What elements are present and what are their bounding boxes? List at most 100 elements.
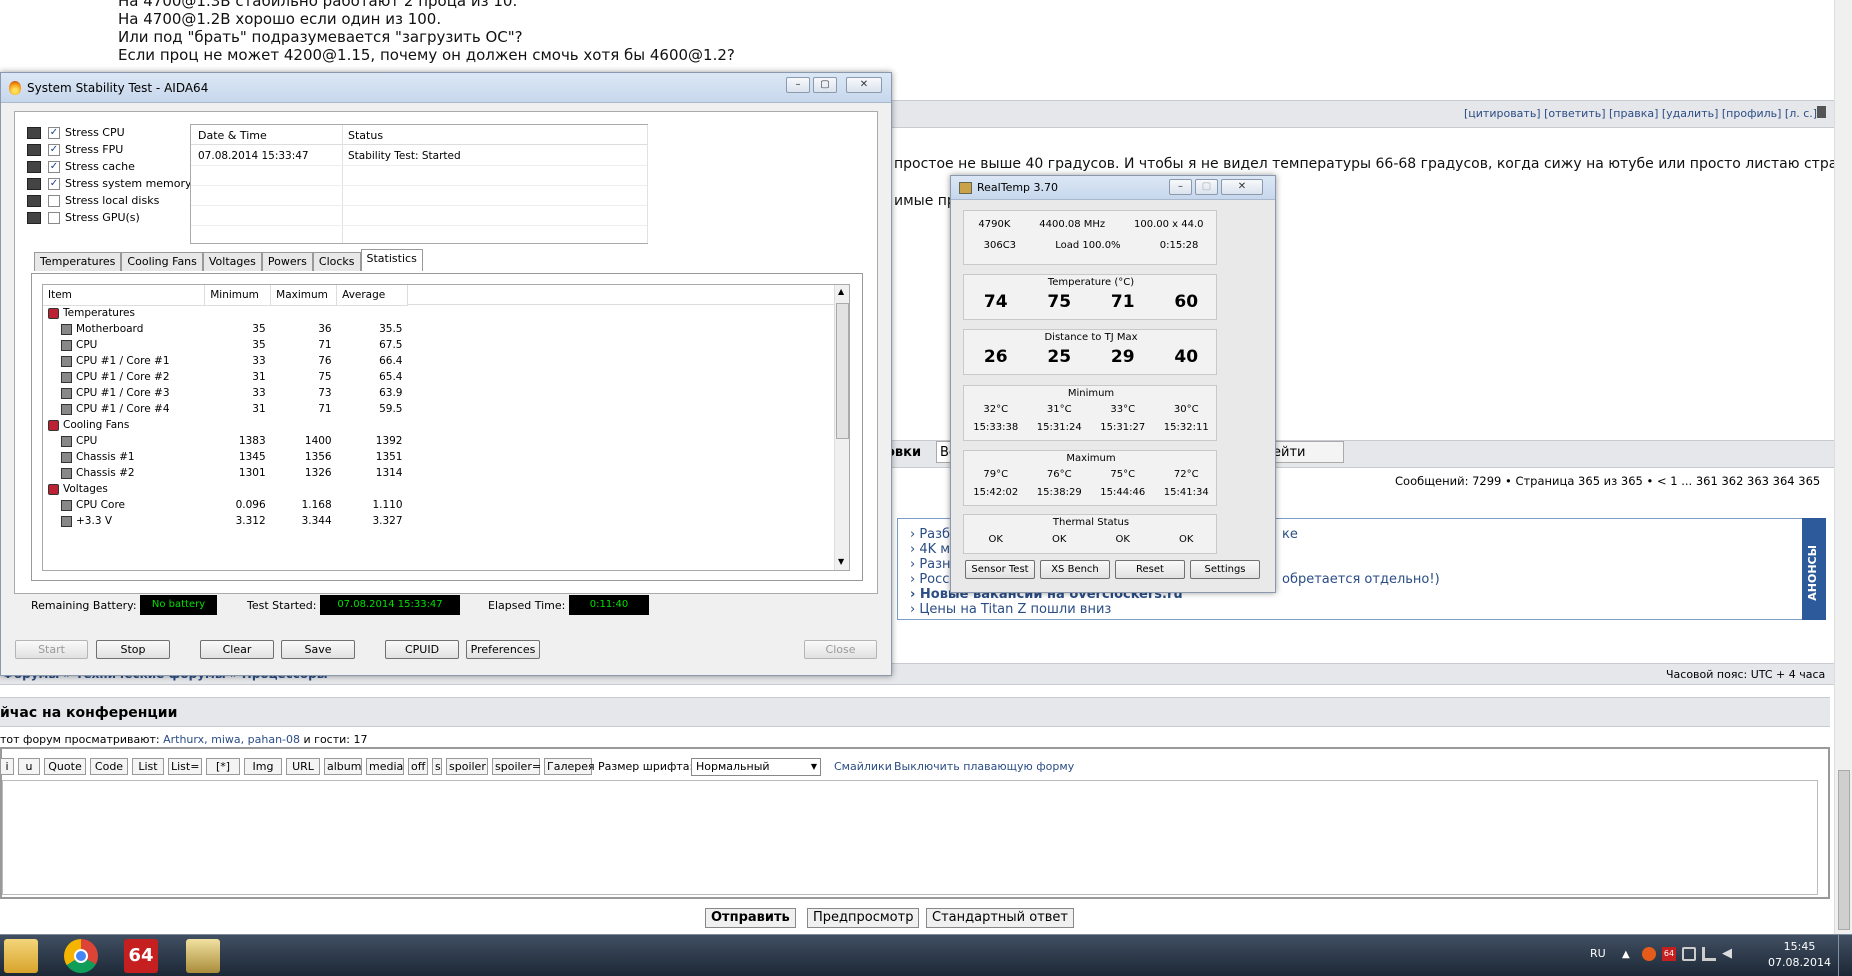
editor-button[interactable]: s: [432, 758, 442, 775]
sensor-test-button[interactable]: Sensor Test: [965, 560, 1035, 579]
page-scrollbar[interactable]: [1834, 0, 1852, 934]
maximize-icon[interactable]: ▢: [813, 77, 837, 93]
close-icon[interactable]: ✕: [846, 77, 882, 93]
xs-bench-button[interactable]: XS Bench: [1040, 560, 1110, 579]
news-item[interactable]: › Цены на Titan Z пошли вниз: [910, 602, 1183, 617]
realtemp-taskbar-icon[interactable]: [186, 939, 220, 973]
col-maximum[interactable]: Maximum: [270, 285, 338, 306]
table-row[interactable]: CPU Core 0.096 1.168 1.110: [43, 497, 408, 513]
tray-expand-icon[interactable]: ▲: [1622, 949, 1630, 960]
editor-button[interactable]: Quote: [44, 758, 86, 775]
save-button[interactable]: Save: [281, 640, 355, 659]
tab-clocks[interactable]: Clocks: [312, 252, 361, 271]
post-actions[interactable]: [цитировать] [ответить] [правка] [удалит…: [1464, 107, 1817, 120]
stress-checkbox[interactable]: ✓: [48, 127, 60, 139]
stop-button[interactable]: Stop: [96, 640, 170, 659]
network-icon[interactable]: [1702, 947, 1716, 961]
tab-cooling-fans[interactable]: Cooling Fans: [121, 252, 203, 271]
editor-button[interactable]: Галерея: [544, 758, 595, 775]
table-row[interactable]: CPU #1 / Core #3 33 73 63.9: [43, 385, 408, 401]
clear-button[interactable]: Clear: [200, 640, 274, 659]
stress-option[interactable]: Stress local disks: [27, 192, 192, 209]
rt-close-icon[interactable]: ✕: [1221, 179, 1263, 195]
stats-group-row[interactable]: Cooling Fans: [43, 417, 408, 433]
table-row[interactable]: Chassis #2 1301 1326 1314: [43, 465, 408, 481]
col-minimum[interactable]: Minimum: [204, 285, 272, 306]
table-row[interactable]: CPU #1 / Core #1 33 76 66.4: [43, 353, 408, 369]
editor-button[interactable]: Img: [244, 758, 282, 775]
language-indicator[interactable]: RU: [1590, 947, 1606, 960]
close-button[interactable]: Close: [804, 640, 877, 659]
cpuid-button[interactable]: CPUID: [385, 640, 459, 659]
tab-voltages[interactable]: Voltages: [202, 252, 262, 271]
table-row[interactable]: Motherboard 35 36 35.5: [43, 321, 408, 337]
scroll-up-icon[interactable]: ▲: [838, 287, 844, 296]
preferences-button[interactable]: Preferences: [466, 640, 540, 659]
editor-button[interactable]: album: [324, 758, 362, 775]
start-button[interactable]: Start: [15, 640, 88, 659]
tab-fragment-right[interactable]: ейти: [1270, 441, 1344, 463]
stress-option[interactable]: ✓ Stress cache: [27, 158, 192, 175]
rt-minimize-icon[interactable]: –: [1169, 179, 1192, 195]
minimize-icon[interactable]: –: [786, 77, 810, 93]
stress-option[interactable]: ✓ Stress system memory: [27, 175, 192, 192]
font-size-select[interactable]: Нормальный ▼: [691, 758, 821, 776]
editor-button[interactable]: spoiler=: [492, 758, 541, 775]
reply-textarea[interactable]: [2, 780, 1818, 895]
tab-powers[interactable]: Powers: [261, 252, 313, 271]
editor-button[interactable]: spoiler: [446, 758, 488, 775]
stats-scrollbar[interactable]: ▲ ▼: [834, 285, 849, 570]
viewers-list[interactable]: Arthurx, miwa, pahan-08: [163, 733, 300, 746]
clock[interactable]: 15:45 07.08.2014: [1768, 940, 1831, 969]
editor-button[interactable]: List=: [168, 758, 202, 775]
editor-button[interactable]: List: [132, 758, 164, 775]
volume-icon[interactable]: ◀: [1722, 946, 1732, 961]
tray-aida-icon[interactable]: 64: [1662, 947, 1676, 961]
editor-button[interactable]: URL: [286, 758, 320, 775]
stress-checkbox[interactable]: ✓: [48, 161, 60, 173]
table-row[interactable]: CPU 35 71 67.5: [43, 337, 408, 353]
stress-checkbox[interactable]: [48, 212, 60, 224]
news-item-right[interactable]: ке: [1282, 527, 1298, 542]
table-row[interactable]: Chassis #1 1345 1356 1351: [43, 449, 408, 465]
stats-group-row[interactable]: Voltages: [43, 481, 408, 497]
stress-option[interactable]: ✓ Stress FPU: [27, 141, 192, 158]
stress-checkbox[interactable]: ✓: [48, 178, 60, 190]
table-row[interactable]: CPU #1 / Core #4 31 71 59.5: [43, 401, 408, 417]
tab-temperatures[interactable]: Temperatures: [34, 252, 122, 271]
standard-reply-button[interactable]: Стандартный ответ: [926, 908, 1074, 928]
pagination[interactable]: Сообщений: 7299 • Страница 365 из 365 • …: [1395, 474, 1820, 488]
stress-checkbox[interactable]: [48, 195, 60, 207]
col-average[interactable]: Average: [336, 285, 408, 306]
settings-button[interactable]: Settings: [1190, 560, 1260, 579]
stats-group-row[interactable]: Temperatures: [43, 305, 408, 321]
preview-button[interactable]: Предпросмотр: [807, 908, 920, 928]
editor-button[interactable]: [*]: [206, 758, 240, 775]
floating-form-link[interactable]: Выключить плавающую форму: [894, 760, 1074, 773]
reset-button[interactable]: Reset: [1115, 560, 1185, 579]
smilies-link[interactable]: Смайлики: [834, 760, 892, 773]
editor-button[interactable]: Code: [90, 758, 128, 775]
table-row[interactable]: +3.3 V 3.312 3.344 3.327: [43, 513, 408, 529]
submit-button[interactable]: Отправить: [705, 908, 796, 928]
table-row[interactable]: CPU 1383 1400 1392: [43, 433, 408, 449]
chrome-icon[interactable]: [64, 939, 98, 973]
editor-button[interactable]: media: [366, 758, 404, 775]
table-row[interactable]: CPU #1 / Core #2 31 75 65.4: [43, 369, 408, 385]
stress-option[interactable]: Stress GPU(s): [27, 209, 192, 226]
editor-button[interactable]: u: [18, 758, 40, 775]
col-item[interactable]: Item: [43, 285, 206, 306]
scroll-down-icon[interactable]: ▼: [838, 557, 844, 566]
aida64-icon[interactable]: 64: [124, 939, 158, 973]
stress-checkbox[interactable]: ✓: [48, 144, 60, 156]
stats-scrollbar-thumb[interactable]: [836, 303, 849, 439]
editor-button[interactable]: i: [0, 758, 14, 775]
tab-statistics[interactable]: Statistics: [360, 249, 423, 271]
page-scrollbar-thumb[interactable]: [1838, 770, 1850, 930]
tray-app-icon[interactable]: [1642, 947, 1656, 961]
show-desktop-button[interactable]: [1838, 935, 1852, 976]
news-item-right-2[interactable]: обретается отдельно!): [1282, 572, 1440, 587]
editor-button[interactable]: off: [408, 758, 428, 775]
tray-action-center-icon[interactable]: [1682, 947, 1696, 961]
explorer-icon[interactable]: [4, 939, 38, 973]
